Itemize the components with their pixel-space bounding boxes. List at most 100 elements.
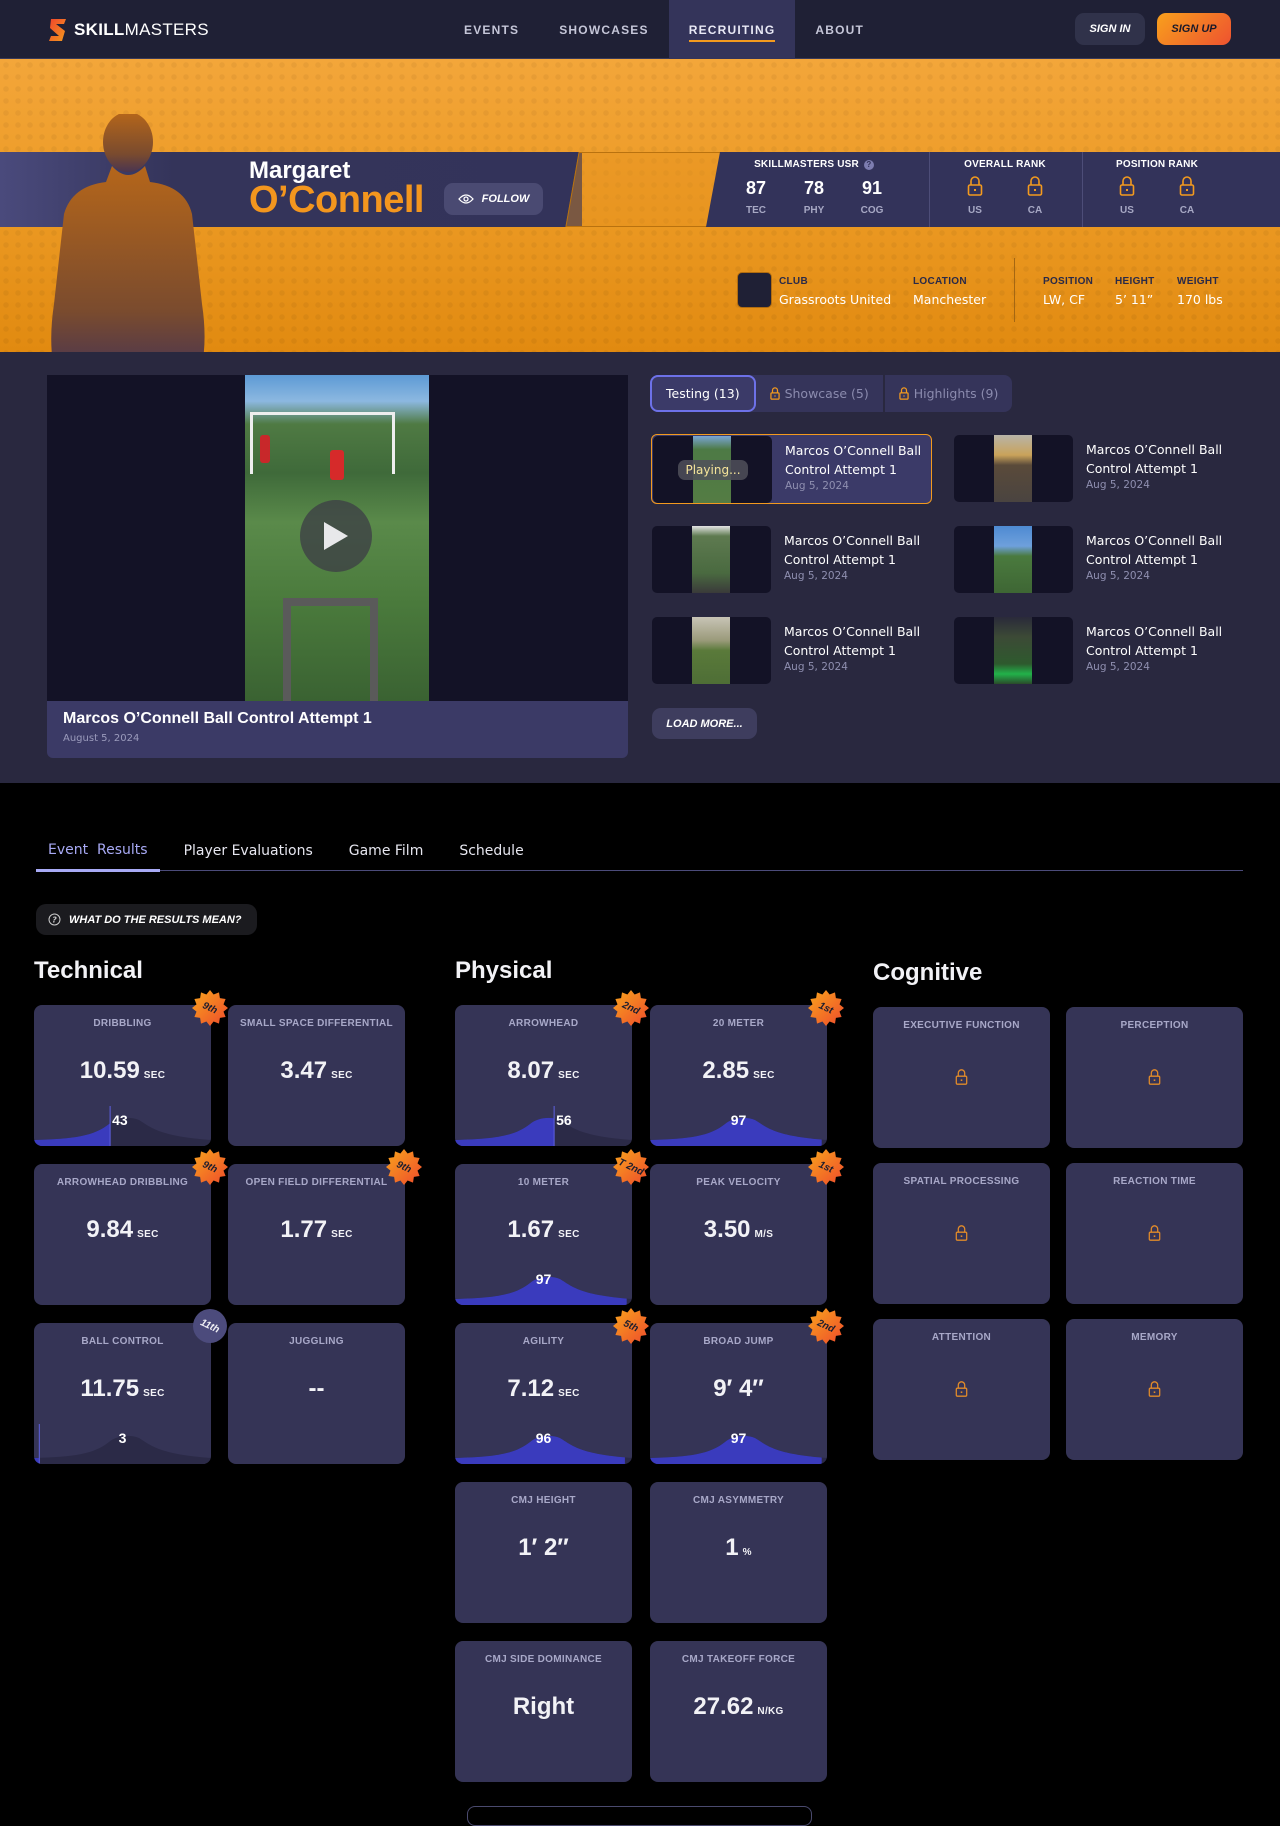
video-list-item[interactable]: Marcos O’Connell Ball Control Attempt 1A… bbox=[953, 434, 1234, 504]
profile-hero: Margaret O’Connell FOLLOW SKILLMASTERS U… bbox=[0, 59, 1280, 352]
result-card[interactable]: PERCEPTION bbox=[1066, 1007, 1243, 1148]
card-unit: SEC bbox=[753, 1070, 775, 1081]
result-card[interactable]: CMJ ASYMMETRY 1% bbox=[650, 1482, 827, 1623]
card-title: CMJ HEIGHT bbox=[511, 1495, 576, 1506]
tab-game-film[interactable]: Game Film bbox=[337, 831, 436, 871]
rank-badge: T 2nd bbox=[613, 1149, 649, 1185]
video-list-item[interactable]: Marcos O’Connell Ball Control Attempt 1A… bbox=[651, 616, 932, 686]
result-card[interactable]: ARROWHEAD 8.07 SEC 56 bbox=[455, 1005, 632, 1146]
footer-button[interactable] bbox=[467, 1806, 812, 1826]
physical-title: Physical bbox=[455, 957, 553, 984]
card-title: AGILITY bbox=[522, 1336, 565, 1347]
result-card[interactable]: CMJ SIDE DOMINANCE Right bbox=[455, 1641, 632, 1782]
result-card[interactable]: SPATIAL PROCESSING bbox=[873, 1163, 1050, 1304]
result-card[interactable]: JUGGLING -- bbox=[228, 1323, 405, 1464]
tab-showcase[interactable]: Showcase (5) bbox=[756, 375, 885, 412]
card-value: -- bbox=[308, 1375, 325, 1402]
lock-icon bbox=[955, 1069, 968, 1085]
result-card[interactable]: DRIBBLING 10.59 SEC 43 bbox=[34, 1005, 211, 1146]
card-value: 8.07 SEC bbox=[507, 1057, 580, 1084]
tab-event-results[interactable]: Event Results bbox=[36, 831, 160, 872]
result-card[interactable]: EXECUTIVE FUNCTION bbox=[873, 1007, 1050, 1148]
media-section: Marcos O’Connell Ball Control Attempt 1 … bbox=[0, 352, 1280, 783]
result-card[interactable]: 10 METER 1.67 SEC 97 bbox=[455, 1164, 632, 1305]
card-unit: SEC bbox=[137, 1229, 159, 1240]
video-list-item[interactable]: Marcos O’Connell Ball Control Attempt 1A… bbox=[651, 525, 932, 595]
card-unit: SEC bbox=[331, 1229, 353, 1240]
result-card[interactable]: MEMORY bbox=[1066, 1319, 1243, 1460]
help-icon[interactable]: ? bbox=[863, 159, 874, 170]
question-circle-icon: ? bbox=[48, 913, 61, 926]
card-unit: SEC bbox=[143, 1388, 165, 1399]
video-player[interactable] bbox=[47, 375, 628, 702]
card-title: ATTENTION bbox=[931, 1332, 992, 1343]
card-unit: % bbox=[742, 1547, 752, 1558]
card-unit: SEC bbox=[143, 1070, 166, 1081]
video-title: Marcos O’Connell Ball Control Attempt 1 bbox=[63, 710, 372, 727]
tab-testing[interactable]: Testing (13) bbox=[650, 375, 756, 412]
percentile-value: 56 bbox=[556, 1112, 572, 1128]
results-help-button[interactable]: ? WHAT DO THE RESULTS MEAN? bbox=[36, 904, 257, 935]
tab-highlights[interactable]: Highlights (9) bbox=[885, 375, 1013, 412]
result-card[interactable]: BALL CONTROL 11.75 SEC 3 bbox=[34, 1323, 211, 1464]
result-card[interactable]: PEAK VELOCITY 3.50 M/S bbox=[650, 1164, 827, 1305]
result-card[interactable]: CMJ TAKEOFF FORCE 27.62 N/KG bbox=[650, 1641, 827, 1782]
video-list-item[interactable]: Marcos O’Connell Ball Control Attempt 1A… bbox=[953, 525, 1234, 595]
card-lock bbox=[1148, 1381, 1161, 1401]
nav-links: EVENTS SHOWCASES RECRUITING ABOUT bbox=[444, 0, 884, 59]
card-title: 20 METER bbox=[712, 1018, 765, 1029]
info-height: HEIGHT 5’ 11” bbox=[1115, 276, 1155, 307]
rank-badge: 5th bbox=[613, 1308, 649, 1344]
follow-button[interactable]: FOLLOW bbox=[444, 183, 543, 215]
result-card[interactable]: ARROWHEAD DRIBBLING 9.84 SEC bbox=[34, 1164, 211, 1305]
position-rank-ca[interactable]: CA bbox=[1165, 176, 1209, 216]
goal-shape bbox=[250, 412, 395, 474]
lock-icon bbox=[899, 387, 909, 400]
card-unit: SEC bbox=[558, 1070, 580, 1081]
nav-link-recruiting[interactable]: RECRUITING bbox=[668, 0, 796, 59]
logo[interactable]: SKILLMASTERS bbox=[48, 19, 209, 41]
video-date: August 5, 2024 bbox=[63, 733, 140, 744]
video-list-item[interactable]: Playing... Marcos O’Connell Ball Control… bbox=[651, 434, 932, 504]
card-value: 1% bbox=[725, 1534, 752, 1561]
sign-in-button[interactable]: SIGN IN bbox=[1075, 13, 1145, 45]
overall-rank: OVERALL RANK US CA bbox=[945, 159, 1065, 216]
card-title: JUGGLING bbox=[289, 1336, 344, 1347]
info-weight: WEIGHT 170 lbs bbox=[1177, 276, 1223, 307]
help-label: WHAT DO THE RESULTS MEAN? bbox=[69, 913, 242, 926]
video-thumbnail: Playing... bbox=[653, 436, 772, 503]
sign-up-button[interactable]: SIGN UP bbox=[1157, 13, 1231, 45]
load-more-button[interactable]: LOAD MORE... bbox=[652, 708, 757, 739]
tab-player-evaluations[interactable]: Player Evaluations bbox=[172, 831, 325, 871]
divider bbox=[1014, 258, 1015, 322]
lock-icon bbox=[1179, 176, 1195, 196]
play-button[interactable] bbox=[300, 500, 372, 572]
card-unit: SEC bbox=[331, 1070, 353, 1081]
rank-badge: 11th bbox=[192, 1308, 228, 1344]
card-title: SPATIAL PROCESSING bbox=[903, 1176, 1020, 1187]
tab-schedule[interactable]: Schedule bbox=[447, 831, 535, 871]
result-card[interactable]: CMJ HEIGHT 1′ 2″ bbox=[455, 1482, 632, 1623]
usr-scores: SKILLMASTERS USR? 87 TEC 78 PHY 91 COG bbox=[734, 159, 894, 216]
info-location: LOCATION Manchester bbox=[913, 276, 987, 307]
result-card[interactable]: ATTENTION bbox=[873, 1319, 1050, 1460]
eye-icon bbox=[457, 194, 474, 204]
nav-link-events[interactable]: EVENTS bbox=[444, 0, 539, 59]
result-card[interactable]: AGILITY 7.12 SEC 96 bbox=[455, 1323, 632, 1464]
video-list-item[interactable]: Marcos O’Connell Ball Control Attempt 1A… bbox=[953, 616, 1234, 686]
nav-link-showcases[interactable]: SHOWCASES bbox=[539, 0, 668, 59]
result-card[interactable]: REACTION TIME bbox=[1066, 1163, 1243, 1304]
usr-score-phy: 78 PHY bbox=[803, 178, 825, 216]
media-tabs: Testing (13) Showcase (5) Highlights (9) bbox=[650, 375, 1013, 412]
result-card[interactable]: OPEN FIELD DIFFERENTIAL 1.77 SEC bbox=[228, 1164, 405, 1305]
position-rank-us[interactable]: US bbox=[1105, 176, 1149, 216]
result-card[interactable]: 20 METER 2.85 SEC 97 bbox=[650, 1005, 827, 1146]
overall-rank-ca[interactable]: CA bbox=[1013, 176, 1057, 216]
overall-rank-us[interactable]: US bbox=[953, 176, 997, 216]
lock-icon bbox=[1148, 1225, 1161, 1241]
nav-link-about[interactable]: ABOUT bbox=[795, 0, 884, 59]
result-card[interactable]: BROAD JUMP 9′ 4″ 97 bbox=[650, 1323, 827, 1464]
video-thumbnail bbox=[652, 617, 771, 684]
card-title: OPEN FIELD DIFFERENTIAL bbox=[245, 1177, 388, 1188]
result-card[interactable]: SMALL SPACE DIFFERENTIAL 3.47 SEC bbox=[228, 1005, 405, 1146]
